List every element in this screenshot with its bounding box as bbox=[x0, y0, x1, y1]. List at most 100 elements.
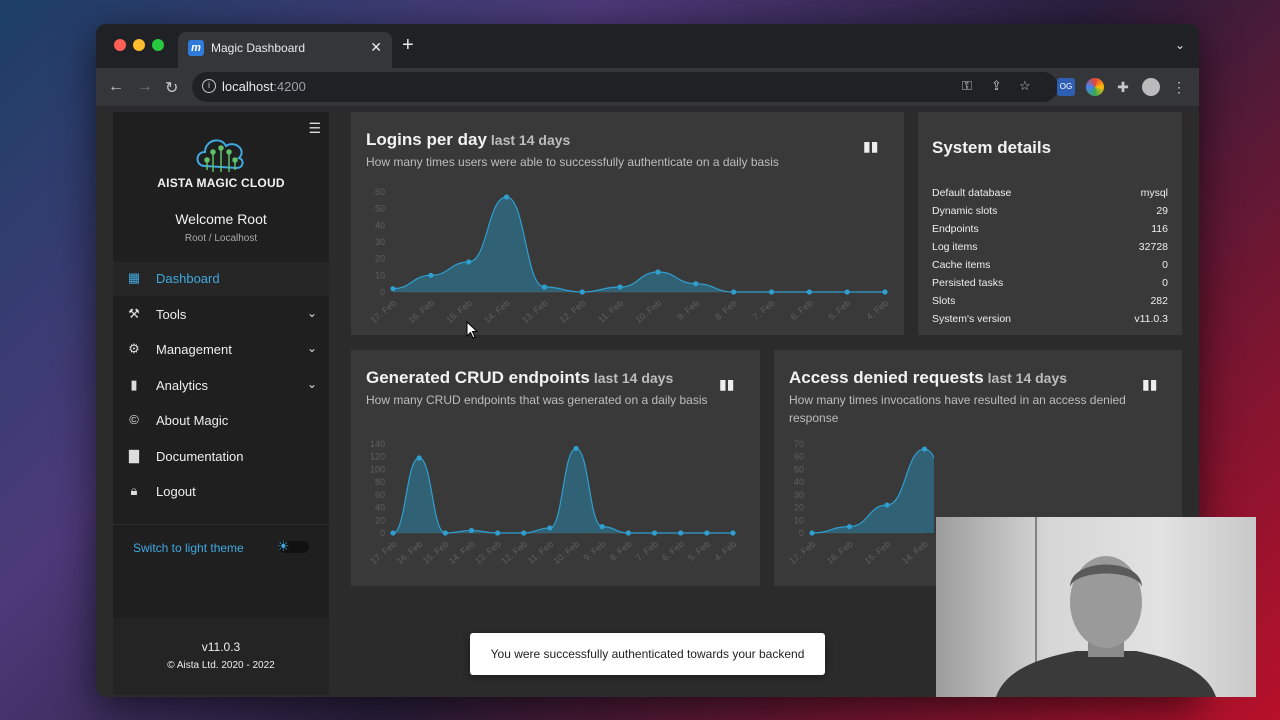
system-row: Cache items 0 bbox=[932, 259, 1168, 277]
data-point[interactable] bbox=[521, 530, 527, 536]
system-row-key: Slots bbox=[932, 295, 956, 307]
data-point[interactable] bbox=[547, 525, 553, 531]
data-point[interactable] bbox=[599, 524, 605, 530]
data-point[interactable] bbox=[617, 284, 623, 290]
chart-type-icon[interactable]: ▮▮ bbox=[1142, 376, 1157, 393]
card-title-text: Access denied requests bbox=[789, 368, 984, 387]
extensions-puzzle-icon[interactable]: ✚ bbox=[1114, 78, 1132, 96]
data-point[interactable] bbox=[541, 284, 547, 290]
data-point[interactable] bbox=[704, 530, 710, 536]
forward-arrow-icon[interactable]: → bbox=[137, 78, 153, 96]
data-point[interactable] bbox=[625, 530, 631, 536]
x-tick-label: 10. Feb bbox=[633, 298, 663, 325]
minimize-window-button[interactable] bbox=[133, 39, 145, 51]
site-info-icon[interactable]: i bbox=[202, 79, 216, 93]
og-extension-icon[interactable]: OG bbox=[1057, 78, 1075, 96]
x-tick-label: 12. Feb bbox=[499, 539, 529, 566]
x-tick-label: 13. Feb bbox=[473, 539, 503, 566]
card-title: Logins per day last 14 days bbox=[366, 130, 570, 150]
sidebar-item-documentation[interactable]: ▇ Documentation bbox=[113, 440, 329, 474]
y-tick-label: 40 bbox=[794, 477, 804, 487]
y-tick-label: 80 bbox=[375, 477, 385, 487]
x-tick-label: 17. Feb bbox=[368, 539, 398, 566]
system-details-title: System details bbox=[932, 138, 1052, 157]
system-row-value: mysql bbox=[1140, 187, 1168, 199]
x-tick-label: 16. Feb bbox=[406, 298, 436, 325]
browser-menu-icon[interactable]: ⋮ bbox=[1170, 78, 1188, 96]
sidebar-item-management[interactable]: ⚙ Management ⌄ bbox=[113, 333, 329, 367]
address-bar[interactable]: i localhost:4200 ⚿ ⇪ ☆ bbox=[192, 72, 1058, 102]
tab-search-chevron-icon[interactable]: ⌄ bbox=[1175, 38, 1185, 52]
system-row-value: 282 bbox=[1150, 295, 1168, 307]
data-point[interactable] bbox=[466, 259, 472, 265]
bookmark-star-icon[interactable]: ☆ bbox=[1019, 78, 1031, 94]
logins-chart: 010203040506017. Feb 16. Feb 15. Feb 14. Fe… bbox=[368, 187, 890, 325]
theme-toggle[interactable]: ☀ bbox=[277, 538, 309, 554]
tab-bar: m Magic Dashboard ✕ + ⌄ bbox=[96, 24, 1199, 68]
data-point[interactable] bbox=[678, 530, 684, 536]
collapse-menu-icon[interactable]: ☰ bbox=[308, 120, 321, 137]
sidebar-item-logout[interactable]: 🔒︎ Logout bbox=[113, 475, 329, 509]
data-point[interactable] bbox=[846, 524, 853, 530]
data-point[interactable] bbox=[882, 289, 888, 295]
tab-close-icon[interactable]: ✕ bbox=[370, 39, 382, 56]
chart-type-icon[interactable]: ▮▮ bbox=[863, 138, 878, 155]
data-point[interactable] bbox=[390, 286, 396, 292]
profile-avatar[interactable] bbox=[1142, 78, 1160, 96]
data-point[interactable] bbox=[416, 455, 422, 461]
x-tick-label: 13. Feb bbox=[520, 298, 550, 325]
data-point[interactable] bbox=[468, 527, 475, 534]
data-point[interactable] bbox=[651, 530, 658, 536]
data-point[interactable] bbox=[844, 289, 850, 295]
sidebar-item-tools[interactable]: ⚒ Tools ⌄ bbox=[113, 298, 329, 332]
data-point[interactable] bbox=[573, 445, 579, 452]
data-point[interactable] bbox=[503, 194, 510, 200]
system-row: Endpoints 116 bbox=[932, 223, 1168, 241]
copyright-text: © Aista Ltd. 2020 - 2022 bbox=[167, 660, 275, 671]
share-icon[interactable]: ⇪ bbox=[991, 78, 1002, 94]
data-point[interactable] bbox=[921, 446, 928, 452]
close-window-button[interactable] bbox=[114, 39, 126, 51]
sidebar-item-dashboard[interactable]: ▦ Dashboard bbox=[113, 262, 329, 296]
data-point[interactable] bbox=[730, 530, 736, 536]
data-point[interactable] bbox=[768, 289, 775, 295]
system-row-value: 0 bbox=[1162, 277, 1168, 289]
toast-message: You were successfully authenticated towa… bbox=[490, 647, 805, 661]
reload-icon[interactable]: ↻ bbox=[165, 78, 178, 98]
data-point[interactable] bbox=[809, 530, 815, 536]
sidebar-footer: v11.0.3 © Aista Ltd. 2020 - 2022 bbox=[113, 618, 329, 695]
data-point[interactable] bbox=[428, 272, 434, 278]
data-point[interactable] bbox=[495, 530, 501, 536]
data-point[interactable] bbox=[693, 281, 699, 287]
color-extension-icon[interactable] bbox=[1086, 78, 1104, 96]
sidebar-item-about-magic[interactable]: © About Magic bbox=[113, 404, 329, 438]
browser-tab[interactable]: m Magic Dashboard ✕ bbox=[178, 32, 392, 68]
data-point[interactable] bbox=[731, 289, 737, 295]
theme-switch-label[interactable]: Switch to light theme bbox=[133, 541, 244, 555]
back-arrow-icon[interactable]: ← bbox=[108, 78, 124, 96]
card-subtitle: last 14 days bbox=[987, 370, 1068, 386]
data-point[interactable] bbox=[806, 289, 812, 295]
y-tick-label: 20 bbox=[375, 254, 385, 264]
y-tick-label: 30 bbox=[375, 237, 385, 247]
browser-toolbar: ← → ↻ i localhost:4200 ⚿ ⇪ ☆ OG ✚ ⋮ bbox=[96, 68, 1199, 106]
data-point[interactable] bbox=[579, 289, 585, 295]
x-tick-label: 5. Feb bbox=[826, 298, 852, 322]
crud-endpoints-card: Generated CRUD endpoints last 14 days How… bbox=[351, 350, 760, 586]
sidebar-item-label: About Magic bbox=[156, 413, 229, 428]
maximize-window-button[interactable] bbox=[152, 39, 164, 51]
new-tab-icon[interactable]: + bbox=[402, 34, 414, 57]
key-icon[interactable]: ⚿ bbox=[962, 78, 972, 94]
data-point[interactable] bbox=[884, 502, 890, 508]
x-tick-label: 8. Feb bbox=[713, 298, 739, 322]
sidebar-item-analytics[interactable]: ▮ Analytics ⌄ bbox=[113, 369, 329, 403]
chart-type-icon[interactable]: ▮▮ bbox=[719, 376, 734, 393]
sidebar: ☰ AISTA MAGIC CLOUD Welcome Root Root / … bbox=[113, 112, 329, 695]
y-tick-label: 50 bbox=[375, 204, 385, 214]
data-point[interactable] bbox=[390, 530, 396, 536]
system-row: Slots 282 bbox=[932, 295, 1168, 313]
data-point[interactable] bbox=[655, 269, 661, 275]
data-point[interactable] bbox=[442, 530, 448, 536]
sidebar-item-label: Logout bbox=[156, 484, 196, 499]
x-tick-label: 5. Feb bbox=[686, 539, 712, 563]
